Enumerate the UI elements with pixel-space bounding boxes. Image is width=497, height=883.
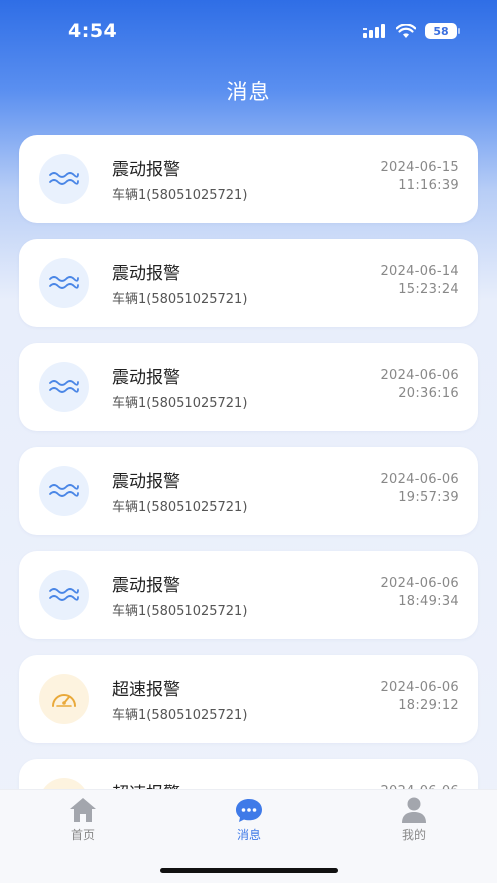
message-title: 超速报警 (112, 680, 180, 700)
message-card[interactable]: 震动报警车辆1(58051025721) 2024-06-06 20:36:16 (19, 343, 478, 431)
status-icons: 58 (363, 22, 460, 40)
wifi-icon (396, 23, 416, 38)
page-title: 消息 (226, 80, 271, 104)
chat-bubble-icon (236, 799, 262, 822)
tab-messages[interactable]: 消息 (199, 796, 299, 843)
message-time: 20:36:16 (398, 386, 459, 401)
message-vehicle: 车辆1(58051025721) (112, 396, 248, 411)
status-bar: 4:54 58 (0, 0, 497, 60)
battery-icon: 58 (425, 23, 460, 39)
message-date: 2024-06-14 (380, 264, 459, 279)
message-time: 11:16:39 (398, 178, 459, 193)
tab-home[interactable]: 首页 (33, 796, 133, 843)
vibration-wave-icon (39, 466, 89, 516)
message-card[interactable]: 震动报警车辆1(58051025721) 2024-06-14 15:23:24 (19, 239, 478, 327)
messages-screen: 4:54 58 消息 震动报警 车辆1(58051025721) 2024-06-1… (0, 0, 497, 883)
tab-label: 消息 (236, 828, 261, 842)
message-title: 震动报警 (112, 264, 180, 284)
message-title: 震动报警 (112, 576, 180, 596)
message-time: 15:23:24 (398, 282, 459, 297)
cellular-signal-icon (363, 24, 385, 38)
message-vehicle: 车辆1(58051025721) (112, 188, 248, 203)
message-title: 震动报警 (112, 472, 180, 492)
vibration-wave-icon (39, 154, 89, 204)
message-date: 2024-06-06 (380, 472, 459, 487)
message-list[interactable]: 震动报警 车辆1(58051025721) 2024-06-15 11:16:39 震动… (19, 135, 478, 863)
message-vehicle: 车辆1(58051025721) (112, 604, 248, 619)
message-vehicle: 车辆1(58051025721) (112, 500, 248, 515)
message-date: 2024-06-06 (380, 368, 459, 383)
message-date: 2024-06-15 (380, 160, 459, 175)
message-time: 18:49:34 (398, 594, 459, 609)
speedometer-icon (39, 674, 89, 724)
message-card[interactable]: 震动报警车辆1(58051025721) 2024-06-06 18:49:34 (19, 551, 478, 639)
home-indicator (160, 868, 338, 873)
tab-label: 我的 (401, 828, 426, 842)
message-title: 震动报警 (112, 368, 180, 388)
status-time: 4:54 (68, 20, 118, 42)
message-date: 2024-06-06 (380, 680, 459, 695)
message-date: 2024-06-06 (380, 576, 459, 591)
message-title: 震动报警 (112, 160, 180, 180)
message-card[interactable]: 震动报警车辆1(58051025721) 2024-06-06 19:57:39 (19, 447, 478, 535)
message-vehicle: 车辆1(58051025721) (112, 708, 248, 723)
message-card[interactable]: 超速报警车辆1(58051025721) 2024-06-06 18:29:12 (19, 655, 478, 743)
tab-label: 首页 (70, 828, 95, 842)
message-card[interactable]: 震动报警车辆1(58051025721) 2024-06-15 11:16:39 (19, 135, 478, 223)
home-icon (70, 798, 96, 822)
vibration-wave-icon (39, 362, 89, 412)
battery-level: 58 (433, 24, 449, 38)
message-time: 19:57:39 (398, 490, 459, 505)
message-time: 18:29:12 (398, 698, 459, 713)
tab-profile[interactable]: 我的 (364, 796, 464, 843)
user-icon (402, 797, 426, 823)
vibration-wave-icon (39, 570, 89, 620)
message-vehicle: 车辆1(58051025721) (112, 292, 248, 307)
vibration-wave-icon (39, 258, 89, 308)
